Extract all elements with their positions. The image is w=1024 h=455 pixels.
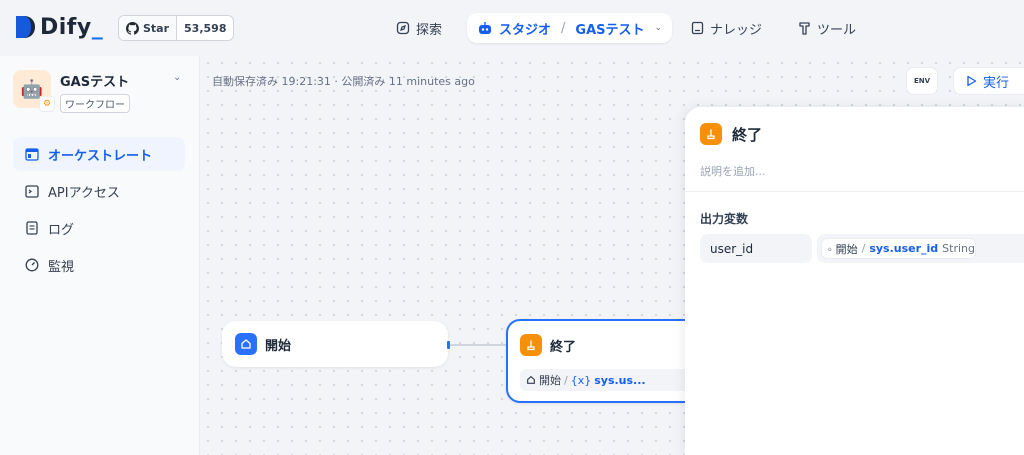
nav-tools[interactable]: ツール xyxy=(788,13,866,43)
variable-source: 開始 xyxy=(539,374,561,387)
brand-name: Dify_ xyxy=(40,14,104,40)
nav-current-app[interactable]: GASテスト xyxy=(575,19,644,38)
app-info[interactable]: 🤖 ⚙ GASテスト ワークフロー xyxy=(13,70,130,113)
home-icon xyxy=(235,333,257,355)
output-variables-title: 出力変数 xyxy=(700,212,749,226)
panel-title[interactable]: 終了 xyxy=(732,124,762,145)
sidebar-menu: オーケストレート APIアクセス ログ 監視 xyxy=(13,137,185,285)
nav-studio[interactable]: スタジオ / GASテスト ⌄ xyxy=(467,13,673,43)
output-variable-name[interactable]: user_id xyxy=(700,234,812,263)
github-icon xyxy=(126,21,139,35)
github-star-label: Star xyxy=(143,21,170,35)
end-flag-icon xyxy=(520,334,542,356)
dashboard-icon xyxy=(25,258,39,272)
play-icon xyxy=(967,75,977,87)
robot-icon xyxy=(479,22,491,34)
app-type-badge: ワークフロー xyxy=(60,94,130,113)
nav-tools-label: ツール xyxy=(817,22,857,38)
app-icon: 🤖 ⚙ xyxy=(13,70,55,112)
nav-knowledge[interactable]: ナレッジ xyxy=(681,13,772,43)
app-menu-chevron-icon[interactable]: ⌄ xyxy=(173,72,181,83)
end-node-header: 終了 xyxy=(520,334,576,356)
terminal-icon xyxy=(25,184,39,198)
env-button[interactable]: ENV xyxy=(906,67,938,95)
description-input[interactable]: 説明を追加... xyxy=(700,163,766,179)
layout-icon xyxy=(25,147,39,161)
sidebar-item-label: APIアクセス xyxy=(48,185,120,201)
hammer-icon xyxy=(799,22,810,35)
variable-reference-chip[interactable]: 開始 / sys.user_id String xyxy=(821,238,976,259)
app-name: GASテスト xyxy=(60,75,130,90)
end-node[interactable]: 終了 開始 / {x} sys.us... xyxy=(506,319,706,403)
dify-logo-mark xyxy=(16,16,35,38)
variable-separator: / xyxy=(861,242,866,255)
edge-start-to-end[interactable] xyxy=(450,344,508,346)
github-star-button[interactable]: Star xyxy=(119,16,178,40)
nav-explore-label: 探索 xyxy=(416,22,443,38)
start-node-title: 開始 xyxy=(265,338,292,354)
variable-source: 開始 xyxy=(835,242,858,256)
nav-separator: / xyxy=(561,20,566,36)
sidebar-item-label: 監視 xyxy=(48,259,75,275)
sidebar-item-orchestrate[interactable]: オーケストレート xyxy=(13,137,185,171)
dify-logo[interactable]: Dify_ xyxy=(14,14,103,40)
nav-knowledge-label: ナレッジ xyxy=(710,22,763,38)
variable-name: sys.user_id xyxy=(869,242,939,255)
sidebar-item-logs[interactable]: ログ xyxy=(13,211,185,245)
node-detail-panel: 終了 説明を追加... 出力変数 user_id 開始 / sys.user_i… xyxy=(685,107,1024,455)
panel-header: 終了 xyxy=(700,123,762,145)
panel-divider xyxy=(685,191,1024,192)
sidebar-item-label: オーケストレート xyxy=(48,148,153,164)
end-node-variable: 開始 / {x} sys.us... xyxy=(520,369,704,391)
run-button[interactable]: 実行 xyxy=(953,67,1024,95)
book-icon xyxy=(691,21,704,35)
output-variable-value[interactable]: 開始 / sys.user_id String xyxy=(817,234,1024,263)
home-icon xyxy=(828,247,832,250)
home-icon xyxy=(527,375,535,384)
variable-name: sys.us... xyxy=(594,373,646,387)
document-icon xyxy=(25,221,39,235)
app-sidebar: 🤖 ⚙ GASテスト ワークフロー ⌄ オーケストレート APIアクセス ログ xyxy=(0,56,200,455)
end-node-title: 終了 xyxy=(550,339,577,355)
chevron-down-icon[interactable]: ⌄ xyxy=(655,23,663,33)
nav-studio-label: スタジオ xyxy=(499,22,552,38)
compass-icon xyxy=(396,21,410,35)
sidebar-item-label: ログ xyxy=(48,222,75,238)
sidebar-item-monitoring[interactable]: 監視 xyxy=(13,248,185,282)
github-star-widget[interactable]: Star 53,598 xyxy=(118,15,235,41)
nav-explore[interactable]: 探索 xyxy=(386,13,452,43)
variable-separator: / xyxy=(564,373,568,387)
end-flag-icon xyxy=(700,123,722,145)
run-button-label: 実行 xyxy=(983,75,1010,91)
variable-icon: {x} xyxy=(570,373,592,387)
variable-type: String xyxy=(942,242,975,255)
workflow-badge-icon: ⚙ xyxy=(39,96,55,112)
top-navigation: Dify_ Star 53,598 探索 スタジオ / GASテスト ⌄ ナレッ… xyxy=(0,0,1024,56)
sidebar-item-api-access[interactable]: APIアクセス xyxy=(13,174,185,208)
autosave-status: 自動保存済み 19:21:31 · 公開済み 11 minutes ago xyxy=(212,75,475,88)
github-star-count[interactable]: 53,598 xyxy=(177,16,233,40)
start-node[interactable]: 開始 xyxy=(222,321,448,367)
